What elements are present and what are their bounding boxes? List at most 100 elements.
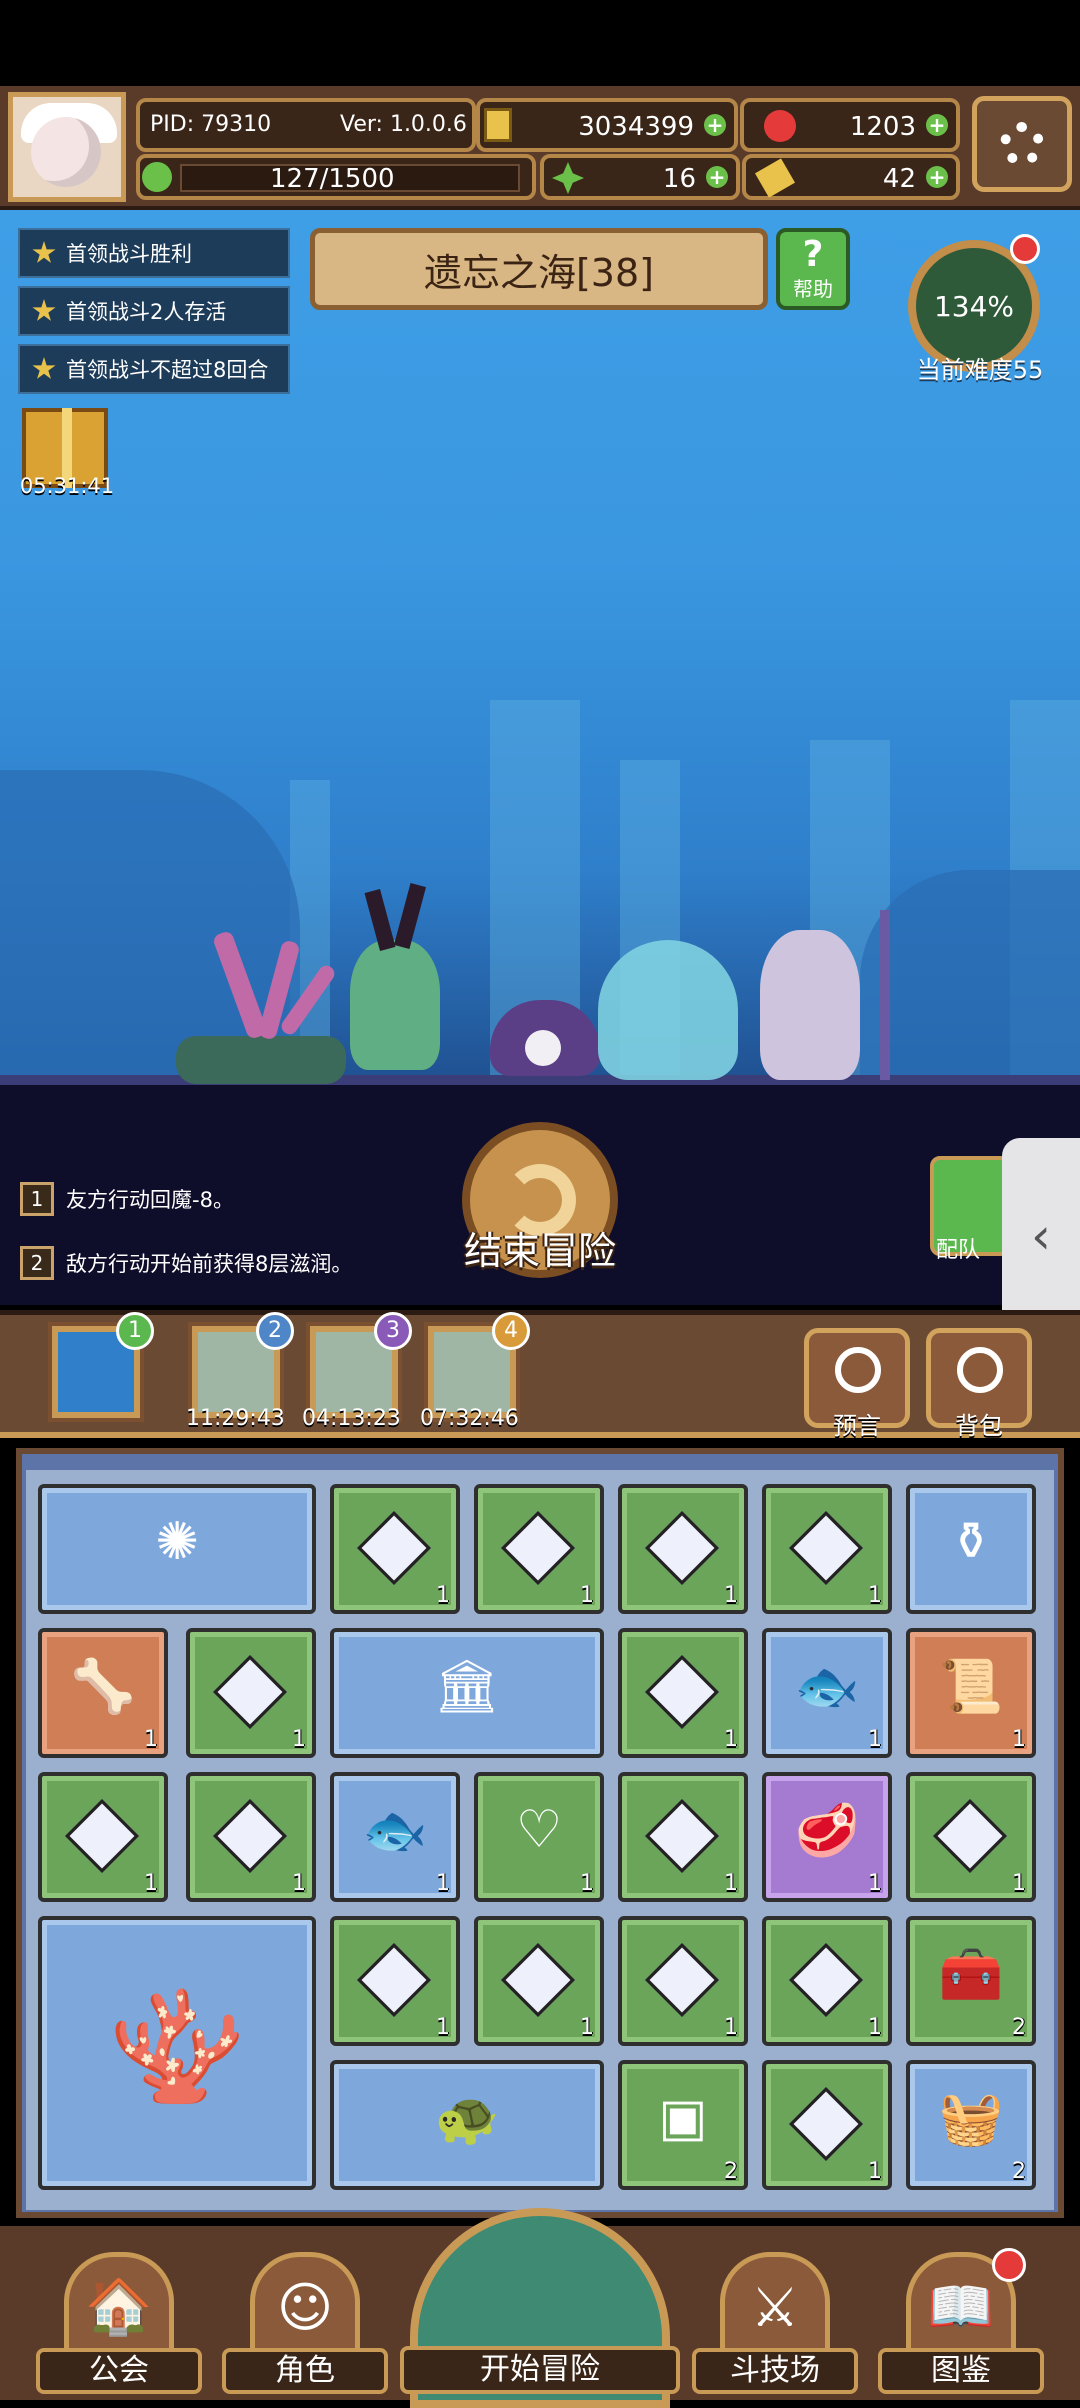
- crystal-ball-icon: [835, 1347, 881, 1393]
- settings-gear-button[interactable]: [972, 96, 1072, 192]
- coral-reef-tile[interactable]: 🪸: [38, 1916, 316, 2190]
- crystal-item[interactable]: 1: [38, 1772, 168, 1902]
- scroll-item[interactable]: 📜 1: [906, 1628, 1036, 1758]
- quest-text: 首领战斗不超过8回合: [66, 358, 269, 382]
- crystal-item[interactable]: 1: [618, 1484, 748, 1614]
- crystal-icon: [500, 1942, 576, 2018]
- help-button[interactable]: ? 帮助: [776, 228, 850, 310]
- fish-icon: 🐟: [794, 1656, 860, 1717]
- silver-chest-item[interactable]: ▣ 2: [618, 2060, 748, 2190]
- crystal-item[interactable]: 1: [330, 1916, 460, 2046]
- crystal-icon: [644, 1510, 720, 1586]
- crystal-item[interactable]: 1: [474, 1484, 604, 1614]
- crossed-swords-icon: ⚔: [720, 2252, 830, 2362]
- rock-platform: [176, 1036, 346, 1084]
- quest-item: 首领战斗不超过8回合: [18, 344, 290, 394]
- nav-character[interactable]: ☺ 角色: [222, 2252, 388, 2400]
- add-hammer-button[interactable]: +: [926, 166, 948, 188]
- crystal-item[interactable]: 1: [186, 1772, 316, 1902]
- stamina-text: 127/1500: [270, 164, 395, 194]
- player-avatar[interactable]: [8, 92, 126, 202]
- stamina-icon: [142, 162, 172, 192]
- crystal-item[interactable]: 1: [618, 1772, 748, 1902]
- necklace-item[interactable]: ♡ 1: [474, 1772, 604, 1902]
- cauldron-tile[interactable]: ⚱: [906, 1484, 1036, 1614]
- gear-icon: [1000, 122, 1044, 166]
- add-gold-button[interactable]: +: [704, 114, 726, 136]
- hammer-panel: 42 +: [742, 154, 960, 200]
- version-text: Ver: 1.0.0.6: [340, 112, 467, 137]
- fish-item[interactable]: 🐟 1: [762, 1628, 892, 1758]
- stamina-panel: 127/1500: [136, 154, 536, 200]
- crystal-item[interactable]: 1: [762, 2060, 892, 2190]
- side-panel-toggle[interactable]: ‹: [1002, 1138, 1080, 1334]
- bone-icon: 🦴: [70, 1656, 136, 1717]
- item-count: 1: [144, 1727, 158, 1752]
- item-count: 2: [1012, 2015, 1026, 2040]
- stage-title: 遗忘之海[38]: [423, 250, 654, 295]
- rule-text: 敌方行动开始前获得8层滋润。: [66, 1252, 353, 1276]
- cauldron-icon: ⚱: [949, 1512, 993, 1572]
- crystal-item[interactable]: 1: [618, 1916, 748, 2046]
- bone-item[interactable]: 🦴 1: [38, 1628, 168, 1758]
- sea-urchin-icon: ✺: [155, 1512, 199, 1572]
- enemy-rabbit-knight[interactable]: [760, 930, 860, 1080]
- turtle-rock-tile[interactable]: 🐢: [330, 2060, 604, 2190]
- add-clover-button[interactable]: +: [706, 166, 728, 188]
- battle-rule: 2 敌方行动开始前获得8层滋润。: [20, 1246, 352, 1280]
- gold-chest-icon: 🧰: [938, 1944, 1004, 2005]
- enemy-jellyfish[interactable]: [598, 940, 738, 1080]
- star-icon: [32, 357, 56, 379]
- add-ruby-button[interactable]: +: [926, 114, 948, 136]
- meat-item[interactable]: 🥩 1: [762, 1772, 892, 1902]
- crystal-icon: [356, 1510, 432, 1586]
- gold-panel: 3034399 +: [476, 98, 738, 152]
- floor-timer: 11:29:43: [186, 1406, 285, 1431]
- nav-label: 斗技场: [692, 2348, 858, 2394]
- basket-item[interactable]: 🧺 2: [906, 2060, 1036, 2190]
- item-count: 1: [724, 1727, 738, 1752]
- star-icon: [32, 241, 56, 263]
- sea-urchin-rock-tile[interactable]: ✺: [38, 1484, 316, 1614]
- end-adventure-label[interactable]: 结束冒险: [430, 1220, 650, 1275]
- help-label: 帮助: [793, 277, 833, 301]
- crystal-item[interactable]: 1: [762, 1916, 892, 2046]
- item-count: 1: [292, 1727, 306, 1752]
- nav-arena[interactable]: ⚔ 斗技场: [692, 2252, 858, 2400]
- crystal-icon: [212, 1654, 288, 1730]
- guild-house-icon: 🏠: [64, 2252, 174, 2362]
- floor-badge: 2: [256, 1312, 294, 1350]
- fish-item[interactable]: 🐟 1: [330, 1772, 460, 1902]
- ruins-coral-tile[interactable]: 🏛: [330, 1628, 604, 1758]
- nav-start-adventure[interactable]: 开始冒险: [400, 2208, 680, 2408]
- rule-text: 友方行动回魔-8。: [66, 1188, 234, 1212]
- notification-dot: [992, 2248, 1026, 2282]
- crystal-icon: [64, 1798, 140, 1874]
- clover-panel: 16 +: [540, 154, 740, 200]
- meat-icon: 🥩: [794, 1800, 860, 1861]
- treasure-chest-item[interactable]: 🧰 2: [906, 1916, 1036, 2046]
- reef-right: [860, 870, 1080, 1090]
- floor-tab-1[interactable]: 1: [48, 1312, 154, 1422]
- nav-guild[interactable]: 🏠 公会: [36, 2252, 202, 2400]
- crystal-item[interactable]: 1: [474, 1916, 604, 2046]
- quest-item: 首领战斗胜利: [18, 228, 290, 278]
- item-count: 1: [724, 1583, 738, 1608]
- floor-badge: 4: [492, 1312, 530, 1350]
- crystal-item[interactable]: 1: [618, 1628, 748, 1758]
- crystal-item[interactable]: 1: [762, 1484, 892, 1614]
- item-count: 1: [868, 1727, 882, 1752]
- crystal-icon: [932, 1798, 1008, 1874]
- difficulty-percent: 134%: [933, 289, 1015, 323]
- pearl: [525, 1030, 561, 1066]
- crystal-item[interactable]: 1: [906, 1772, 1036, 1902]
- crystal-item[interactable]: 1: [186, 1628, 316, 1758]
- team-setup-label: 配队: [936, 1238, 981, 1263]
- spear: [880, 910, 890, 1080]
- crystal-item[interactable]: 1: [330, 1484, 460, 1614]
- pid-text: PID: 79310: [150, 112, 272, 137]
- crystal-icon: [644, 1942, 720, 2018]
- necklace-icon: ♡: [515, 1800, 563, 1860]
- scroll-icon: 📜: [938, 1656, 1004, 1717]
- hero-character-bunny-girl[interactable]: [350, 940, 440, 1070]
